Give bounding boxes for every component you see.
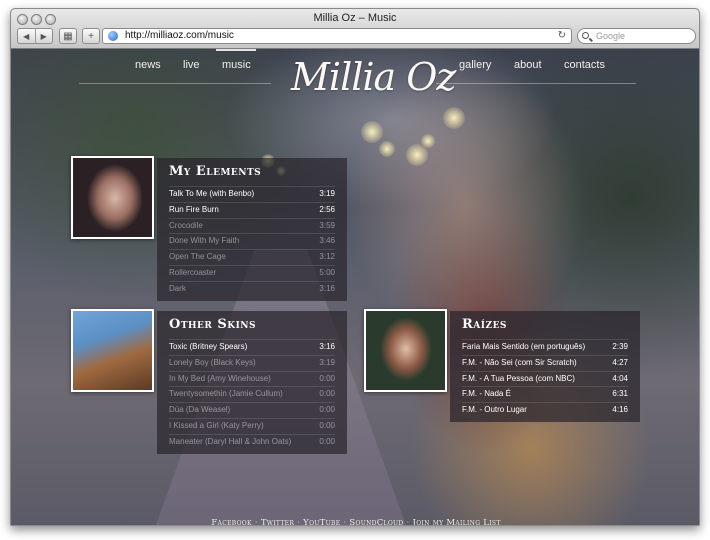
bokeh-light: [443, 107, 465, 129]
reload-icon[interactable]: ↻: [558, 29, 566, 43]
nav-active-indicator: [216, 49, 256, 51]
track-row[interactable]: Maneater (Daryl Hall & John Oats) 0:00: [169, 433, 335, 450]
album-title: My Elements: [169, 164, 262, 179]
track-row[interactable]: F.M. - Outro Lugar 4:16: [462, 402, 628, 418]
track-row[interactable]: Twentysomethin (Jamie Cullum) 0:00: [169, 386, 335, 402]
footer-separator: ·: [406, 518, 410, 526]
track-row[interactable]: Dúa (Da Weasel) 0:00: [169, 402, 335, 418]
search-placeholder: Google: [596, 31, 626, 41]
forward-arrow-icon[interactable]: ▶: [36, 29, 53, 43]
nav-about[interactable]: about: [514, 59, 542, 71]
track-row[interactable]: F.M. - Nada É 6:31: [462, 386, 628, 402]
track-row[interactable]: Done With My Faith 3:46: [169, 233, 335, 249]
nav-underline-left: [79, 83, 271, 84]
footer-link-twitter[interactable]: Twitter: [261, 518, 294, 525]
footer-separator: ·: [254, 518, 258, 526]
globe-icon: [108, 31, 118, 41]
bokeh-light: [379, 141, 395, 157]
footer-separator: ·: [343, 518, 347, 526]
track-row[interactable]: Run Fire Burn 2:56: [169, 201, 335, 218]
album-cover-other-skins[interactable]: [71, 309, 154, 392]
track-row[interactable]: Toxic (Britney Spears) 3:16: [169, 339, 335, 355]
footer-separator: ·: [297, 518, 301, 526]
search-field[interactable]: Google: [577, 28, 696, 44]
nav-gallery[interactable]: gallery: [459, 59, 491, 71]
album-title: Raízes: [462, 317, 507, 332]
track-row[interactable]: Lonely Boy (Black Keys) 3:19: [169, 354, 335, 371]
footer-link-soundcloud[interactable]: SoundCloud: [349, 518, 403, 525]
album-panel-other-skins: Other Skins Toxic (Britney Spears) 3:16 L…: [157, 311, 347, 454]
search-icon: [582, 32, 589, 39]
footer-link-youtube[interactable]: YouTube: [303, 518, 340, 525]
album-cover-raizes[interactable]: [364, 309, 447, 392]
track-row[interactable]: I Kissed a Girl (Katy Perry) 0:00: [169, 417, 335, 434]
browser-window: Millia Oz – Music ◀ ▶ ▦ + http://milliao…: [10, 8, 700, 526]
album-cover-my-elements[interactable]: [71, 156, 154, 239]
nav-news[interactable]: news: [135, 59, 161, 71]
nav-underline-right: [436, 83, 636, 84]
album-panel-raizes: Raízes Faria Mais Sentido (em português)…: [450, 311, 640, 422]
album-title: Other Skins: [169, 317, 257, 332]
url-text: http://milliaoz.com/music: [125, 30, 234, 41]
track-row[interactable]: Crocodile 3:59: [169, 217, 335, 234]
back-arrow-icon[interactable]: ◀: [18, 29, 36, 43]
track-list: Toxic (Britney Spears) 3:16 Lonely Boy (B…: [169, 339, 335, 450]
track-list: Talk To Me (with Benbo) 3:19 Run Fire Bur…: [169, 186, 335, 297]
track-row[interactable]: Rollercoaster 5:00: [169, 264, 335, 281]
nav-music[interactable]: music: [222, 59, 251, 71]
track-row[interactable]: Dark 3:16: [169, 280, 335, 297]
track-row[interactable]: Open The Cage 3:12: [169, 249, 335, 265]
track-row[interactable]: In My Bed (Amy Winehouse) 0:00: [169, 370, 335, 387]
footer-link-mailing-list[interactable]: Join my Mailing List: [413, 518, 501, 525]
footer-links: Facebook · Twitter · YouTube · SoundCloud · Join…: [11, 518, 699, 526]
track-row[interactable]: Talk To Me (with Benbo) 3:19: [169, 186, 335, 202]
footer-link-facebook[interactable]: Facebook: [211, 518, 251, 525]
browser-titlebar: Millia Oz – Music ◀ ▶ ▦ + http://milliao…: [11, 9, 699, 49]
web-page: news live music gallery about contacts M…: [11, 49, 699, 526]
bokeh-light: [361, 121, 383, 143]
nav-contacts[interactable]: contacts: [564, 59, 605, 71]
track-row[interactable]: F.M. - A Tua Pessoa (com NBC) 4:04: [462, 370, 628, 387]
track-row[interactable]: Faria Mais Sentido (em português) 2:39: [462, 339, 628, 355]
window-title: Millia Oz – Music: [313, 12, 397, 24]
site-logo[interactable]: Millia Oz: [291, 55, 456, 99]
grid-icon[interactable]: ▦: [59, 28, 77, 44]
track-row[interactable]: F.M. - Não Sei (com Sir Scratch) 4:27: [462, 354, 628, 371]
history-buttons: ◀ ▶: [17, 28, 53, 44]
add-bookmark-button[interactable]: +: [82, 28, 100, 44]
bokeh-light: [421, 134, 435, 148]
address-bar[interactable]: http://milliaoz.com/music ↻: [102, 28, 572, 44]
nav-live[interactable]: live: [183, 59, 200, 71]
album-panel-my-elements: My Elements Talk To Me (with Benbo) 3:19 …: [157, 158, 347, 301]
track-list: Faria Mais Sentido (em português) 2:39 F.…: [462, 339, 628, 418]
